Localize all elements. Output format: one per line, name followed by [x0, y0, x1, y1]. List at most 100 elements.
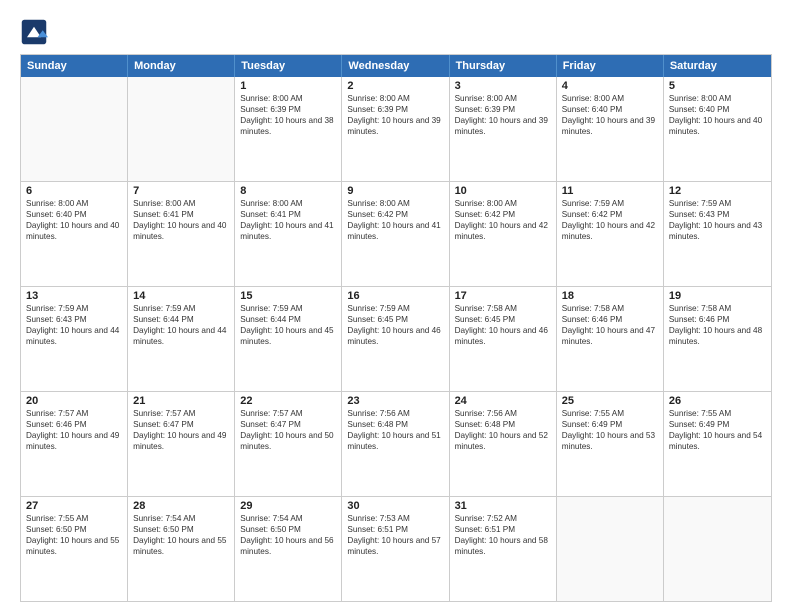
daylight: Daylight: 10 hours and 39 minutes.	[562, 115, 658, 137]
calendar-cell: 16Sunrise: 7:59 AMSunset: 6:45 PMDayligh…	[342, 287, 449, 391]
sunset: Sunset: 6:40 PM	[562, 104, 658, 115]
day-number: 6	[26, 185, 122, 197]
daylight: Daylight: 10 hours and 51 minutes.	[347, 430, 443, 452]
sunrise: Sunrise: 7:55 AM	[669, 408, 766, 419]
day-of-week-friday: Friday	[557, 55, 664, 77]
day-number: 9	[347, 185, 443, 197]
calendar-cell: 21Sunrise: 7:57 AMSunset: 6:47 PMDayligh…	[128, 392, 235, 496]
sunset: Sunset: 6:50 PM	[240, 524, 336, 535]
calendar-cell: 4Sunrise: 8:00 AMSunset: 6:40 PMDaylight…	[557, 77, 664, 181]
daylight: Daylight: 10 hours and 46 minutes.	[455, 325, 551, 347]
day-number: 4	[562, 80, 658, 92]
sunset: Sunset: 6:46 PM	[26, 419, 122, 430]
sunrise: Sunrise: 7:52 AM	[455, 513, 551, 524]
sunset: Sunset: 6:46 PM	[669, 314, 766, 325]
calendar-cell: 30Sunrise: 7:53 AMSunset: 6:51 PMDayligh…	[342, 497, 449, 601]
daylight: Daylight: 10 hours and 39 minutes.	[347, 115, 443, 137]
calendar-row-1: 1Sunrise: 8:00 AMSunset: 6:39 PMDaylight…	[21, 77, 771, 181]
day-number: 11	[562, 185, 658, 197]
daylight: Daylight: 10 hours and 39 minutes.	[455, 115, 551, 137]
sunset: Sunset: 6:46 PM	[562, 314, 658, 325]
daylight: Daylight: 10 hours and 45 minutes.	[240, 325, 336, 347]
sunrise: Sunrise: 7:57 AM	[133, 408, 229, 419]
sunset: Sunset: 6:44 PM	[240, 314, 336, 325]
day-number: 17	[455, 290, 551, 302]
sunset: Sunset: 6:41 PM	[240, 209, 336, 220]
sunset: Sunset: 6:39 PM	[240, 104, 336, 115]
daylight: Daylight: 10 hours and 53 minutes.	[562, 430, 658, 452]
calendar-cell: 13Sunrise: 7:59 AMSunset: 6:43 PMDayligh…	[21, 287, 128, 391]
daylight: Daylight: 10 hours and 56 minutes.	[240, 535, 336, 557]
day-number: 15	[240, 290, 336, 302]
day-number: 26	[669, 395, 766, 407]
day-number: 31	[455, 500, 551, 512]
sunrise: Sunrise: 7:58 AM	[562, 303, 658, 314]
day-number: 21	[133, 395, 229, 407]
sunrise: Sunrise: 8:00 AM	[240, 198, 336, 209]
calendar-row-3: 13Sunrise: 7:59 AMSunset: 6:43 PMDayligh…	[21, 286, 771, 391]
calendar-cell: 10Sunrise: 8:00 AMSunset: 6:42 PMDayligh…	[450, 182, 557, 286]
daylight: Daylight: 10 hours and 50 minutes.	[240, 430, 336, 452]
calendar-cell: 18Sunrise: 7:58 AMSunset: 6:46 PMDayligh…	[557, 287, 664, 391]
calendar-row-4: 20Sunrise: 7:57 AMSunset: 6:46 PMDayligh…	[21, 391, 771, 496]
calendar: SundayMondayTuesdayWednesdayThursdayFrid…	[20, 54, 772, 602]
sunrise: Sunrise: 8:00 AM	[347, 93, 443, 104]
day-number: 10	[455, 185, 551, 197]
sunrise: Sunrise: 8:00 AM	[26, 198, 122, 209]
calendar-cell: 20Sunrise: 7:57 AMSunset: 6:46 PMDayligh…	[21, 392, 128, 496]
day-number: 23	[347, 395, 443, 407]
sunrise: Sunrise: 7:58 AM	[455, 303, 551, 314]
logo-icon	[20, 18, 48, 46]
sunset: Sunset: 6:39 PM	[347, 104, 443, 115]
day-number: 12	[669, 185, 766, 197]
daylight: Daylight: 10 hours and 40 minutes.	[26, 220, 122, 242]
sunset: Sunset: 6:40 PM	[26, 209, 122, 220]
sunrise: Sunrise: 7:56 AM	[347, 408, 443, 419]
daylight: Daylight: 10 hours and 52 minutes.	[455, 430, 551, 452]
day-number: 19	[669, 290, 766, 302]
calendar-cell: 28Sunrise: 7:54 AMSunset: 6:50 PMDayligh…	[128, 497, 235, 601]
sunset: Sunset: 6:51 PM	[347, 524, 443, 535]
sunrise: Sunrise: 7:54 AM	[133, 513, 229, 524]
calendar-cell: 3Sunrise: 8:00 AMSunset: 6:39 PMDaylight…	[450, 77, 557, 181]
daylight: Daylight: 10 hours and 38 minutes.	[240, 115, 336, 137]
day-number: 29	[240, 500, 336, 512]
sunset: Sunset: 6:45 PM	[455, 314, 551, 325]
calendar-cell: 25Sunrise: 7:55 AMSunset: 6:49 PMDayligh…	[557, 392, 664, 496]
calendar-cell	[557, 497, 664, 601]
sunrise: Sunrise: 8:00 AM	[240, 93, 336, 104]
day-of-week-thursday: Thursday	[450, 55, 557, 77]
sunset: Sunset: 6:43 PM	[26, 314, 122, 325]
day-number: 28	[133, 500, 229, 512]
daylight: Daylight: 10 hours and 54 minutes.	[669, 430, 766, 452]
sunset: Sunset: 6:51 PM	[455, 524, 551, 535]
calendar-cell: 31Sunrise: 7:52 AMSunset: 6:51 PMDayligh…	[450, 497, 557, 601]
calendar-cell	[21, 77, 128, 181]
calendar-cell: 6Sunrise: 8:00 AMSunset: 6:40 PMDaylight…	[21, 182, 128, 286]
sunset: Sunset: 6:42 PM	[562, 209, 658, 220]
sunrise: Sunrise: 8:00 AM	[347, 198, 443, 209]
sunset: Sunset: 6:39 PM	[455, 104, 551, 115]
calendar-cell: 17Sunrise: 7:58 AMSunset: 6:45 PMDayligh…	[450, 287, 557, 391]
daylight: Daylight: 10 hours and 40 minutes.	[133, 220, 229, 242]
calendar-cell: 14Sunrise: 7:59 AMSunset: 6:44 PMDayligh…	[128, 287, 235, 391]
calendar-cell: 27Sunrise: 7:55 AMSunset: 6:50 PMDayligh…	[21, 497, 128, 601]
sunset: Sunset: 6:49 PM	[562, 419, 658, 430]
calendar-cell: 24Sunrise: 7:56 AMSunset: 6:48 PMDayligh…	[450, 392, 557, 496]
day-number: 27	[26, 500, 122, 512]
day-number: 16	[347, 290, 443, 302]
sunset: Sunset: 6:44 PM	[133, 314, 229, 325]
logo	[20, 18, 50, 46]
day-number: 1	[240, 80, 336, 92]
daylight: Daylight: 10 hours and 41 minutes.	[240, 220, 336, 242]
sunrise: Sunrise: 7:59 AM	[133, 303, 229, 314]
daylight: Daylight: 10 hours and 44 minutes.	[26, 325, 122, 347]
calendar-row-5: 27Sunrise: 7:55 AMSunset: 6:50 PMDayligh…	[21, 496, 771, 601]
daylight: Daylight: 10 hours and 49 minutes.	[133, 430, 229, 452]
sunset: Sunset: 6:42 PM	[347, 209, 443, 220]
day-number: 8	[240, 185, 336, 197]
sunrise: Sunrise: 8:00 AM	[455, 93, 551, 104]
sunrise: Sunrise: 7:59 AM	[240, 303, 336, 314]
day-of-week-saturday: Saturday	[664, 55, 771, 77]
day-number: 3	[455, 80, 551, 92]
